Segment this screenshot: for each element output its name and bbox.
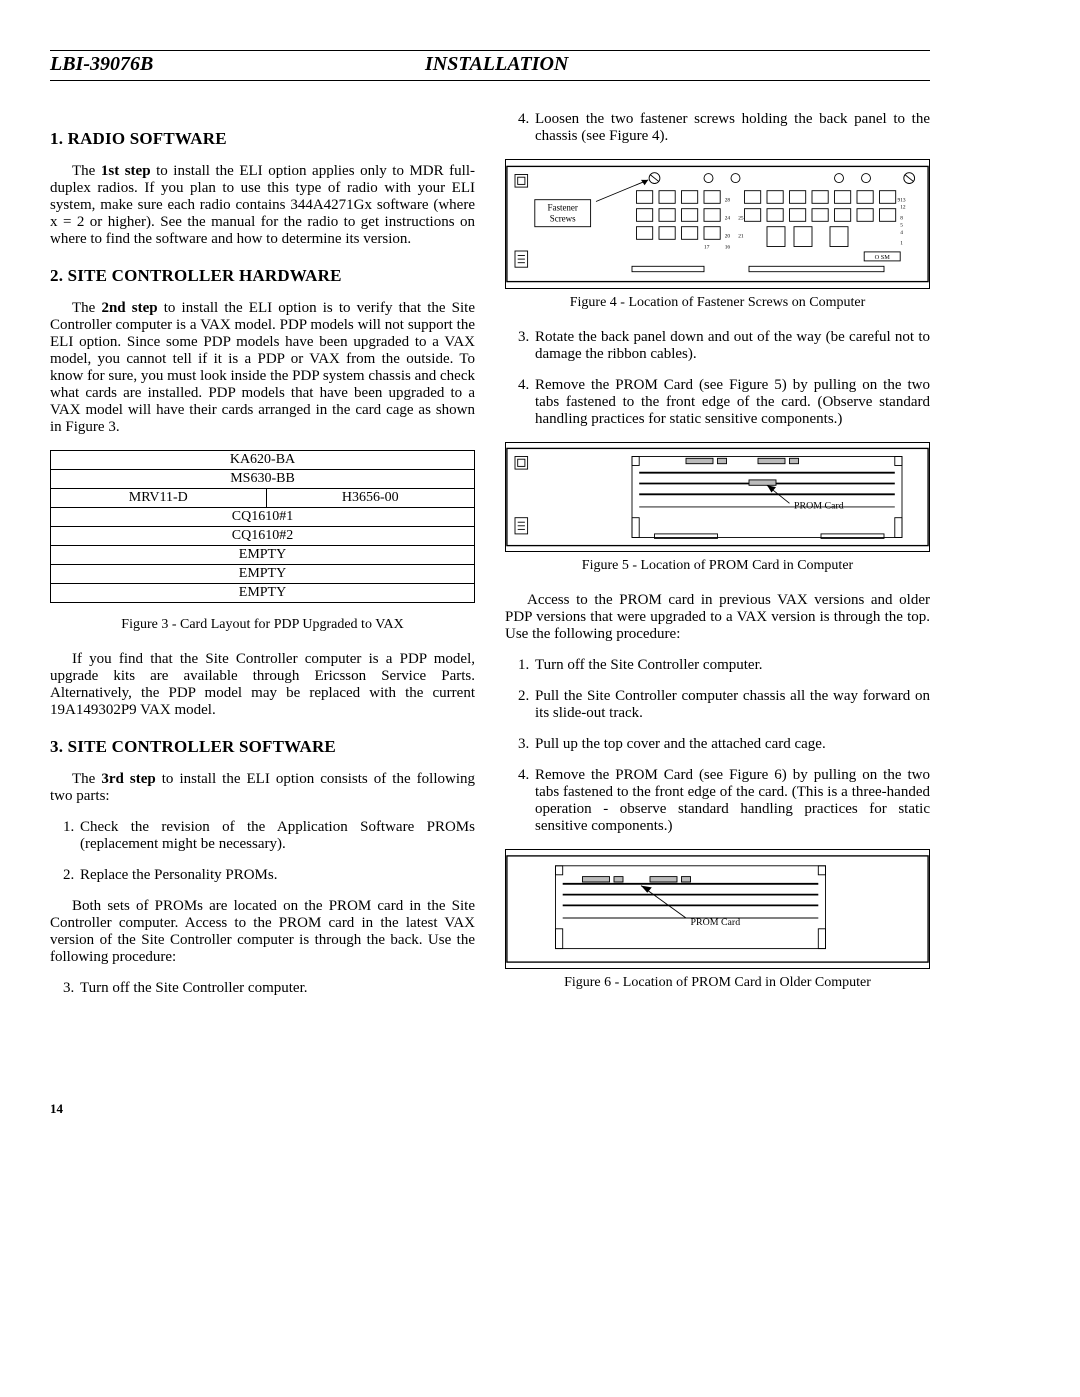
table-row: EMPTY (51, 584, 475, 603)
svg-text:8: 8 (900, 216, 903, 222)
svg-text:16: 16 (725, 244, 731, 250)
page-number: 14 (50, 1101, 930, 1117)
list-item: Pull the Site Controller computer chassi… (533, 688, 930, 722)
figure6-diagram: PROM Card (505, 849, 930, 969)
svg-text:PROM Card: PROM Card (794, 501, 844, 512)
figure5-diagram: PROM Card (505, 442, 930, 552)
list-item: Remove the PROM Card (see Figure 6) by p… (533, 767, 930, 835)
card-layout-table: KA620-BA MS630-BB MRV11-D H3656-00 CQ161… (50, 450, 475, 603)
list-procedure-a-cont: Loosen the two fastener screws holding t… (527, 111, 930, 145)
list-procedure-b: Turn off the Site Controller computer. P… (527, 657, 930, 835)
list-item: Pull up the top cover and the attached c… (533, 736, 930, 753)
para-sc-hw: The 2nd step to install the ELI option i… (50, 300, 475, 436)
page-title: INSTALLATION (425, 53, 568, 76)
para-older-access: Access to the PROM card in previous VAX … (505, 592, 930, 643)
svg-text:9: 9 (898, 198, 901, 204)
para-radio: The 1st step to install the ELI option a… (50, 163, 475, 248)
svg-text:17: 17 (704, 244, 710, 250)
table-row: CQ1610#1 (51, 508, 475, 527)
para-3rd-step: The 3rd step to install the ELI option c… (50, 771, 475, 805)
list-item: Check the revision of the Application So… (78, 819, 475, 853)
list-item: Loosen the two fastener screws holding t… (533, 111, 930, 145)
right-column: Loosen the two fastener screws holding t… (505, 111, 930, 1011)
table-row: KA620-BA (51, 451, 475, 470)
figure4-caption: Figure 4 - Location of Fastener Screws o… (505, 295, 930, 311)
table-cell: MRV11-D (51, 489, 267, 508)
list-item: Turn off the Site Controller computer. (533, 657, 930, 674)
figure3-caption: Figure 3 - Card Layout for PDP Upgraded … (50, 617, 475, 633)
heading-sc-hardware: 2. SITE CONTROLLER HARDWARE (50, 266, 475, 286)
svg-text:PROM Card: PROM Card (691, 917, 741, 928)
svg-text:Screws: Screws (550, 213, 576, 223)
svg-text:Fastener: Fastener (547, 203, 578, 213)
list-item: Remove the PROM Card (see Figure 5) by p… (533, 377, 930, 428)
figure6-caption: Figure 6 - Location of PROM Card in Olde… (505, 975, 930, 991)
svg-text:20: 20 (725, 234, 731, 240)
svg-text:24: 24 (725, 216, 731, 222)
svg-text:1: 1 (900, 241, 903, 247)
list-procedure-a: Turn off the Site Controller computer. (72, 980, 475, 997)
list-item: Turn off the Site Controller computer. (78, 980, 475, 997)
table-row: MS630-BB (51, 470, 475, 489)
svg-text:12: 12 (900, 205, 906, 211)
heading-sc-software: 3. SITE CONTROLLER SOFTWARE (50, 737, 475, 757)
figure5-caption: Figure 5 - Location of PROM Card in Comp… (505, 558, 930, 574)
doc-id: LBI-39076B (50, 53, 153, 76)
svg-text:4: 4 (900, 230, 903, 236)
svg-text:28: 28 (725, 198, 731, 204)
table-cell: H3656-00 (266, 489, 474, 508)
figure4-diagram: Fastener Screws (505, 159, 930, 289)
page-header: LBI-39076B INSTALLATION (50, 51, 930, 78)
table-row: EMPTY (51, 546, 475, 565)
table-row: CQ1610#2 (51, 527, 475, 546)
svg-text:O SM: O SM (875, 254, 891, 261)
para-prom-access: Both sets of PROMs are located on the PR… (50, 898, 475, 966)
list-two-parts: Check the revision of the Application So… (72, 819, 475, 884)
heading-radio-software: 1. RADIO SOFTWARE (50, 129, 475, 149)
list-procedure-a2: Rotate the back panel down and out of th… (527, 329, 930, 428)
svg-text:25: 25 (738, 216, 744, 222)
rule-under (50, 80, 930, 81)
list-item: Rotate the back panel down and out of th… (533, 329, 930, 363)
list-item: Replace the Personality PROMs. (78, 867, 475, 884)
svg-text:21: 21 (738, 234, 744, 240)
svg-text:5: 5 (900, 223, 903, 229)
para-pdp-upgrade: If you find that the Site Controller com… (50, 651, 475, 719)
left-column: 1. RADIO SOFTWARE The 1st step to instal… (50, 111, 475, 1011)
table-row: EMPTY (51, 565, 475, 584)
svg-text:13: 13 (900, 198, 906, 204)
